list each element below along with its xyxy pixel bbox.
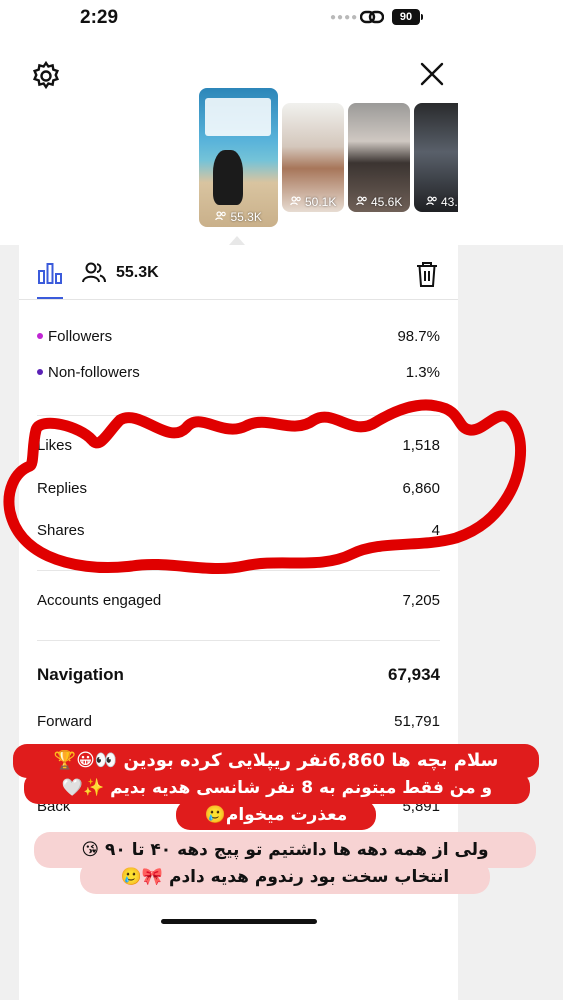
thumbnail-count-text: 43.7 [440,195,458,209]
story-thumbnail-4[interactable]: 43.7 [414,103,458,212]
viewers-icon [215,211,226,221]
selected-story-caret [229,236,245,245]
delete-trash-icon[interactable] [415,260,439,293]
audience-label: Followers [37,328,112,345]
backdrop-left [0,245,19,1000]
viewers-icon [425,196,437,206]
insights-tabs: 55.3K [19,245,458,300]
accounts-engaged-row: Accounts engaged 7,205 [37,589,440,613]
audience-label: Non-followers [37,364,140,381]
battery-icon: 90 [392,9,420,25]
home-indicator[interactable] [161,919,317,924]
forward-value: 51,791 [394,713,440,730]
signal-dots-icon: ●●●● [330,12,359,23]
sticker-text-line-3: معذرت میخوام🥲 [176,800,376,830]
story-thumbnail-1[interactable]: 55.3K [199,88,278,227]
accounts-engaged-value: 7,205 [402,592,440,609]
link-icon [359,8,385,31]
thumbnail-view-count: 55.3K [199,210,278,224]
thumbnail-count-text: 55.3K [230,210,262,224]
story-thumbnail-3[interactable]: 45.6K [348,103,410,212]
thumbnail-text-overlay [205,98,271,136]
followers-label: Followers [48,328,113,345]
non-followers-value: 1.3% [405,364,440,381]
navigation-header-row: Navigation 67,934 [37,662,440,686]
thumbnail-view-count: 43.7 [414,195,458,209]
non-followers-label: Non-followers [48,364,140,381]
red-scribble-annotation [3,399,526,574]
non-followers-dot [37,369,43,375]
viewers-icon [355,196,367,206]
followers-dot [37,333,43,339]
accounts-engaged-label: Accounts engaged [37,592,162,609]
sticker-text-line-5: انتخاب سخت بود رندوم هدیه دادم 🎀🥲 [80,860,490,894]
status-bar: 2:29 ●●●● 90 [0,0,563,40]
thumbnail-count-text: 50.1K [304,195,337,209]
divider [37,640,440,641]
tab-viewers-icon[interactable] [81,261,107,290]
tab-viewers-count[interactable]: 55.3K [116,264,159,282]
navigation-total: 67,934 [388,665,440,684]
navigation-title: Navigation [37,665,124,684]
story-thumbnail-2[interactable]: 50.1K [282,103,344,212]
thumbnail-person [213,150,243,205]
story-thumbnails: 55.3K 50.1K 45.6K 43.7 [199,88,458,228]
thumbnail-view-count: 50.1K [282,195,344,209]
navigation-row-forward: Forward 51,791 [37,710,440,734]
battery-tip [421,14,423,20]
thumbnail-view-count: 45.6K [348,195,410,209]
forward-label: Forward [37,713,93,730]
active-tab-indicator [37,297,63,299]
thumbnail-count-text: 45.6K [370,195,403,209]
viewers-icon [289,196,301,206]
tab-insights-chart-icon[interactable] [37,261,63,290]
audience-row-followers: Followers 98.7% [37,325,440,349]
status-time: 2:29 [80,7,119,28]
settings-gear-icon[interactable] [30,60,62,97]
followers-value: 98.7% [397,328,440,345]
